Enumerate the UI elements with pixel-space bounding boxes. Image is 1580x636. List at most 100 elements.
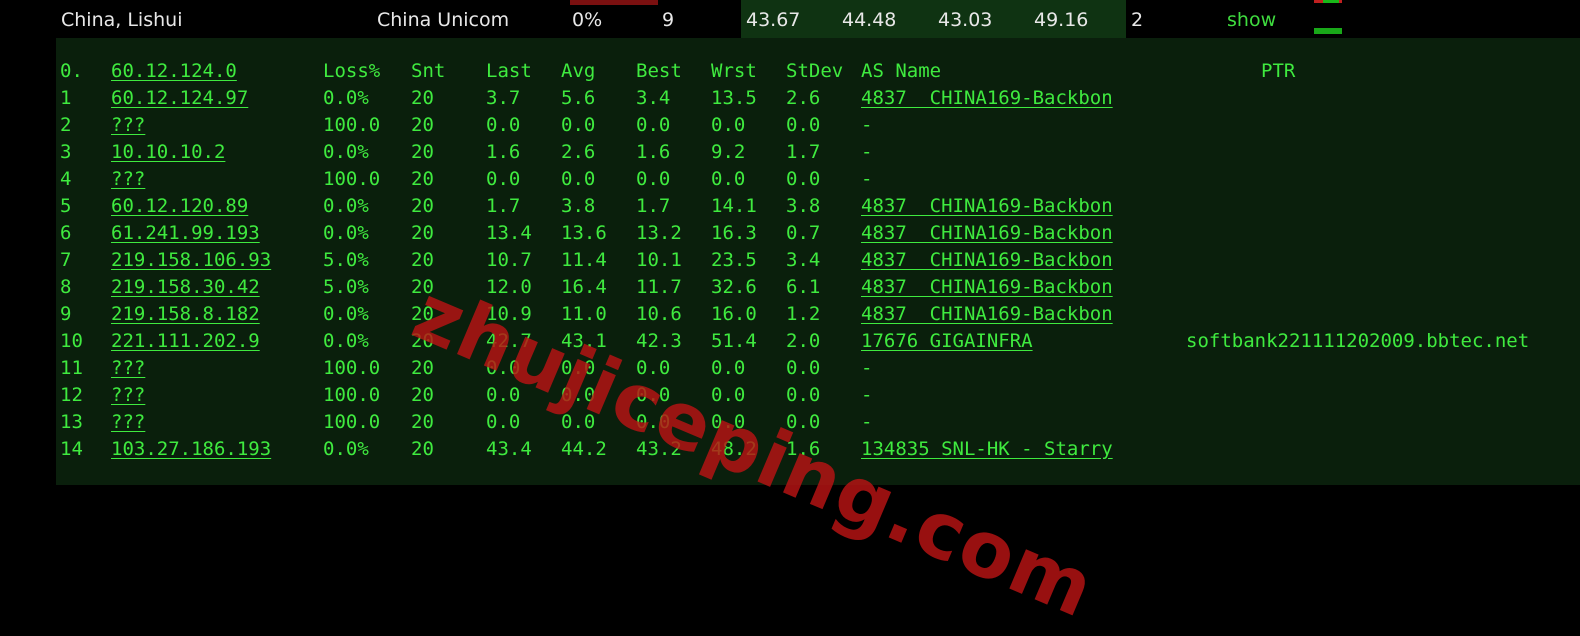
hop-last: 0.0 [486, 357, 521, 379]
hop-snt: 20 [411, 276, 434, 298]
hop-snt: 20 [411, 357, 434, 379]
hop-last: 0.0 [486, 411, 521, 433]
hop-hop: 14 [60, 438, 83, 460]
hop-row: 12??? 100.0 20 0.0 0.0 0.0 0.0 0.0 - [56, 382, 1580, 409]
hop-avg: 0.0 [561, 357, 596, 379]
hop-last: 0.0 [486, 384, 521, 406]
hop-loss: 0.0% [323, 195, 369, 217]
hop-host[interactable]: 219.158.8.182 [111, 301, 260, 328]
hop-host[interactable]: 60.12.124.97 [111, 85, 248, 112]
header-last: Last [486, 60, 532, 82]
hop-wrst: 16.0 [711, 303, 757, 325]
hop-row: 11??? 100.0 20 0.0 0.0 0.0 0.0 0.0 - [56, 355, 1580, 382]
hop-best: 10.1 [636, 249, 682, 271]
avg-text: 44.48 [842, 9, 897, 31]
hop-row: 1 60.12.124.97 0.0% 20 3.7 5.6 3.4 13.5 2.6 4837 … [56, 85, 1580, 112]
hop-avg: 0.0 [561, 168, 596, 190]
hop-stdev: 0.0 [786, 168, 821, 190]
hop-host[interactable]: 219.158.30.42 [111, 274, 260, 301]
hop-as[interactable]: 4837 CHINA169-Backbon [861, 247, 1113, 274]
hop-hop: 13 [60, 411, 83, 433]
hop-best: 13.2 [636, 222, 682, 244]
hop-as[interactable]: 4837 CHINA169-Backbon [861, 301, 1113, 328]
hop-as: - [861, 357, 873, 379]
hop-hop: 4 [60, 168, 72, 190]
hop-host[interactable]: 221.111.202.9 [111, 328, 260, 355]
hop-as[interactable]: 134835 SNL-HK - Starry [861, 436, 1113, 463]
header-best: Best [636, 60, 682, 82]
hop-host[interactable]: 60.12.120.89 [111, 193, 248, 220]
hop-hop: 12 [60, 384, 83, 406]
loss-indicator [570, 0, 658, 5]
hop-ptr: softbank221111202009.bbtec.net [1186, 330, 1530, 352]
hop-as[interactable]: 17676 GIGAINFRA [861, 328, 1033, 355]
mini-chart-top-green [1323, 0, 1339, 3]
hop-host[interactable]: 10.10.10.2 [111, 139, 225, 166]
hop-wrst: 0.0 [711, 357, 746, 379]
show-link[interactable]: show [1227, 9, 1276, 31]
hop-row: 7 219.158.106.93 5.0% 20 10.7 11.4 10.1 23.5 3.4… [56, 247, 1580, 274]
hop-stdev: 1.2 [786, 303, 821, 325]
hop-wrst: 13.5 [711, 87, 757, 109]
hop-row: 3 10.10.10.2 0.0% 20 1.6 2.6 1.6 9.2 1.7 - [56, 139, 1580, 166]
header-host[interactable]: 60.12.124.0 [111, 58, 237, 85]
hop-hop: 9 [60, 303, 72, 325]
hop-last: 1.7 [486, 195, 521, 217]
hop-wrst: 0.0 [711, 384, 746, 406]
hop-as[interactable]: 4837 CHINA169-Backbon [861, 274, 1113, 301]
hop-wrst: 14.1 [711, 195, 757, 217]
location-text: China, Lishui [61, 9, 183, 31]
hop-host[interactable]: ??? [111, 382, 145, 409]
hop-snt: 20 [411, 411, 434, 433]
hop-row: 14 103.27.186.193 0.0% 20 43.4 44.2 43.2 48.2 1.… [56, 436, 1580, 463]
hop-as[interactable]: 4837 CHINA169-Backbon [861, 85, 1113, 112]
hop-as[interactable]: 4837 CHINA169-Backbon [861, 220, 1113, 247]
hop-host[interactable]: 103.27.186.193 [111, 436, 271, 463]
hop-hop: 2 [60, 114, 72, 136]
hop-loss: 0.0% [323, 87, 369, 109]
table-header: 0. 60.12.124.0 Loss% Snt Last Avg Best W… [56, 58, 1580, 85]
hop-as: - [861, 384, 873, 406]
hop-snt: 20 [411, 303, 434, 325]
hop-host[interactable]: ??? [111, 166, 145, 193]
mini-chart-bottom [1314, 28, 1342, 34]
hop-loss: 0.0% [323, 141, 369, 163]
hop-snt: 20 [411, 195, 434, 217]
hop-host[interactable]: ??? [111, 112, 145, 139]
hop-host[interactable]: ??? [111, 355, 145, 382]
hop-last: 0.0 [486, 168, 521, 190]
header-loss: Loss% [323, 60, 381, 82]
hop-row: 9 219.158.8.182 0.0% 20 10.9 11.0 10.6 16.0 1.2 4… [56, 301, 1580, 328]
hop-host[interactable]: ??? [111, 409, 145, 436]
hop-loss: 100.0 [323, 168, 381, 190]
hop-as[interactable]: 4837 CHINA169-Backbon [861, 193, 1113, 220]
hop-host[interactable]: 219.158.106.93 [111, 247, 271, 274]
hop-last: 3.7 [486, 87, 521, 109]
hop-avg: 44.2 [561, 438, 607, 460]
hop-loss: 100.0 [323, 114, 381, 136]
hop-last: 43.4 [486, 438, 532, 460]
hop-wrst: 0.0 [711, 411, 746, 433]
hop-hop: 1 [60, 87, 72, 109]
hop-snt: 20 [411, 249, 434, 271]
hop-hop: 5 [60, 195, 72, 217]
hop-avg: 43.1 [561, 330, 607, 352]
hop-best: 1.6 [636, 141, 671, 163]
hop-hop: 6 [60, 222, 72, 244]
hop-best: 0.0 [636, 384, 671, 406]
hop-loss: 5.0% [323, 276, 369, 298]
hop-hop: 7 [60, 249, 72, 271]
hop-stdev: 3.8 [786, 195, 821, 217]
hop-avg: 0.0 [561, 411, 596, 433]
hop-row: 2??? 100.0 20 0.0 0.0 0.0 0.0 0.0 - [56, 112, 1580, 139]
hop-avg: 0.0 [561, 384, 596, 406]
hop-loss: 0.0% [323, 330, 369, 352]
hop-best: 3.4 [636, 87, 671, 109]
hop-stdev: 2.0 [786, 330, 821, 352]
hop-stdev: 0.0 [786, 411, 821, 433]
mtr-output: 0. 60.12.124.0 Loss% Snt Last Avg Best W… [56, 38, 1580, 636]
loss-text: 0% [572, 9, 603, 31]
hop-row: 10 221.111.202.9 0.0% 20 42.7 43.1 42.3 51.4 2.0… [56, 328, 1580, 355]
hop-host[interactable]: 61.241.99.193 [111, 220, 260, 247]
hop-wrst: 16.3 [711, 222, 757, 244]
